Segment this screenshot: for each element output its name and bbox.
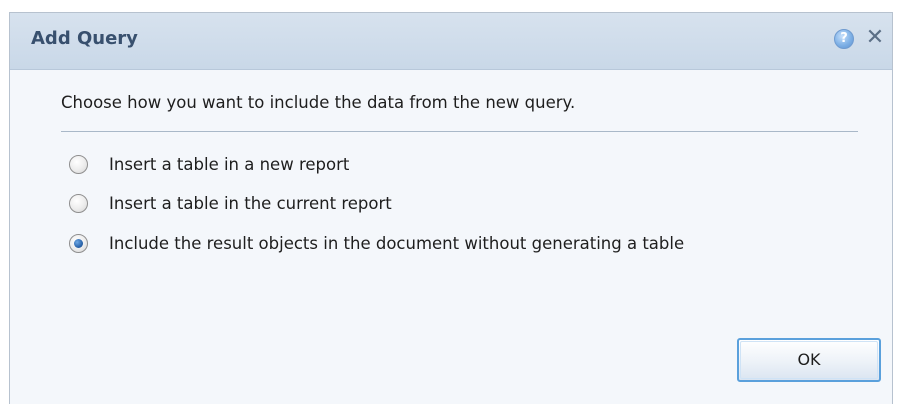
help-icon[interactable]: ? <box>834 29 854 49</box>
option-new-report[interactable]: Insert a table in a new report <box>69 152 349 176</box>
radio-include-result-objects[interactable] <box>69 233 88 253</box>
divider <box>61 131 858 132</box>
option-label-current-report: Insert a table in the current report <box>109 193 392 213</box>
add-query-dialog: Add Query ? ✕ Choose how you want to inc… <box>9 12 893 404</box>
dialog-titlebar: Add Query ? ✕ <box>10 13 892 70</box>
radio-new-report[interactable] <box>69 154 88 174</box>
option-include-result-objects[interactable]: Include the result objects in the docume… <box>69 231 684 255</box>
ok-button[interactable]: OK <box>737 338 881 382</box>
dialog-title: Add Query <box>31 28 138 49</box>
option-label-include-result-objects: Include the result objects in the docume… <box>109 233 685 253</box>
option-current-report[interactable]: Insert a table in the current report <box>69 191 392 215</box>
radio-current-report[interactable] <box>69 193 88 213</box>
option-label-new-report: Insert a table in a new report <box>109 154 350 174</box>
close-icon[interactable]: ✕ <box>864 27 886 49</box>
dialog-prompt: Choose how you want to include the data … <box>61 93 576 112</box>
